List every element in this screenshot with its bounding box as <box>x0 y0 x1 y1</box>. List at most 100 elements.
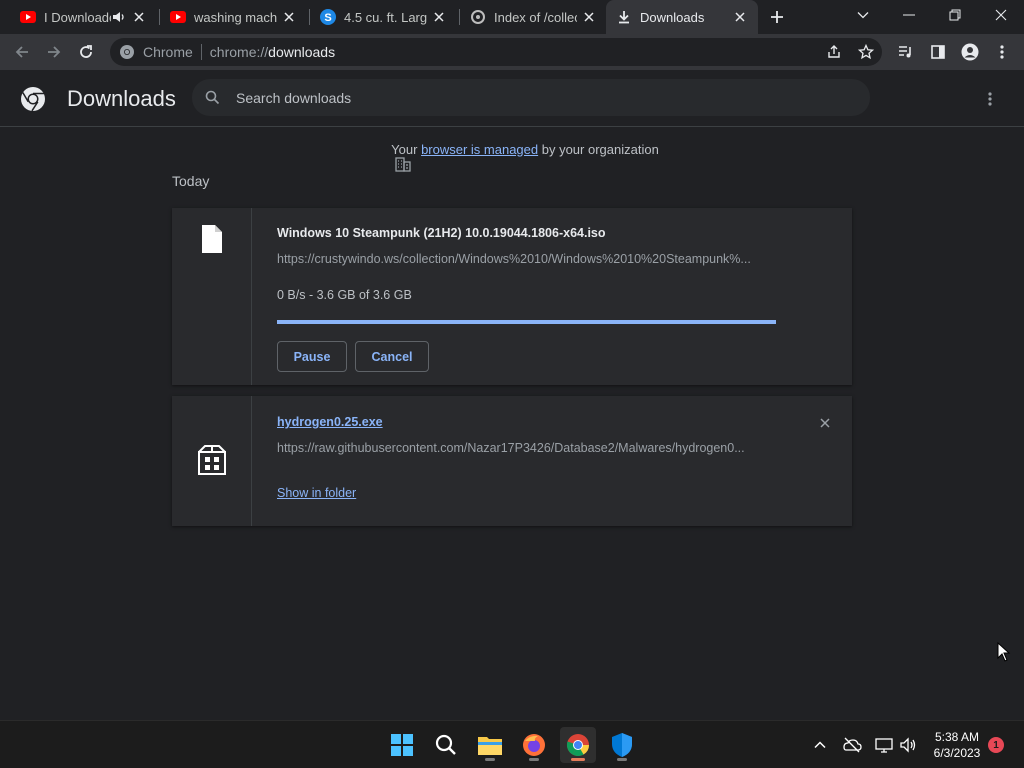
url-path: downloads <box>268 44 336 60</box>
search-icon[interactable] <box>428 727 464 763</box>
running-indicator <box>617 758 627 761</box>
media-control-icon[interactable] <box>894 40 918 64</box>
system-clock[interactable]: 5:38 AM 6/3/2023 <box>926 729 988 761</box>
clock-time: 5:38 AM <box>934 730 980 744</box>
share-icon[interactable] <box>822 40 846 64</box>
search-icon <box>204 89 222 107</box>
onedrive-offline-icon[interactable] <box>842 735 862 755</box>
managed-suffix: by your organization <box>538 141 659 157</box>
more-actions-icon[interactable] <box>980 89 1000 109</box>
page-title: Downloads <box>67 86 176 111</box>
running-indicator <box>529 758 539 761</box>
tab-title: 4.5 cu. ft. Large <box>344 9 427 25</box>
url-text: chrome://downloads <box>210 44 335 60</box>
address-bar[interactable]: Chrome chrome://downloads <box>110 38 882 66</box>
file-name[interactable]: hydrogen0.25.exe <box>277 415 383 429</box>
download-icon <box>616 9 632 25</box>
file-icon-column <box>172 208 252 385</box>
browser-toolbar: Chrome chrome://downloads <box>0 34 1024 70</box>
tab-separator <box>159 9 160 25</box>
cancel-button[interactable]: Cancel <box>355 341 429 372</box>
reload-icon[interactable] <box>72 38 100 66</box>
close-icon[interactable] <box>281 9 297 25</box>
file-icon-column <box>172 396 252 526</box>
file-name: Windows 10 Steampunk (21H2) 10.0.19044.1… <box>277 226 606 240</box>
tab-search-chevron-icon[interactable] <box>840 0 886 30</box>
managed-link[interactable]: browser is managed <box>421 142 538 157</box>
defender-shield-icon[interactable] <box>604 727 640 763</box>
close-icon[interactable] <box>131 9 147 25</box>
search-input[interactable] <box>236 89 836 106</box>
tab-title: I Downloade <box>44 9 111 25</box>
svg-text:S: S <box>324 12 331 24</box>
close-icon[interactable] <box>431 9 447 25</box>
speaker-icon[interactable] <box>111 9 127 25</box>
download-item: hydrogen0.25.exe https://raw.githubuserc… <box>172 396 852 526</box>
close-icon[interactable] <box>732 9 748 25</box>
firefox-icon[interactable] <box>516 727 552 763</box>
chrome-menu-icon[interactable] <box>990 40 1014 64</box>
url-scheme: chrome:// <box>209 44 269 60</box>
new-tab-button[interactable] <box>766 6 788 28</box>
chrome-logo-icon <box>20 86 46 112</box>
chrome-site-icon <box>119 44 135 60</box>
youtube-icon <box>20 9 36 25</box>
running-indicator <box>485 758 495 761</box>
file-url[interactable]: https://raw.githubusercontent.com/Nazar1… <box>277 441 777 455</box>
side-panel-icon[interactable] <box>926 40 950 64</box>
tab-title: Downloads <box>640 9 705 25</box>
show-hidden-icons-chevron-icon[interactable] <box>810 735 830 755</box>
omnibox-chip: Chrome <box>143 44 193 60</box>
tab-strip: I Downloade washing machin S 4.5 cu. ft.… <box>0 0 1024 34</box>
section-label-today: Today <box>172 173 210 189</box>
tab-title: washing machin <box>194 9 277 25</box>
tab-4[interactable]: Index of /collect <box>462 0 605 34</box>
chrome-taskbar-icon[interactable] <box>560 727 596 763</box>
volume-icon[interactable] <box>898 735 918 755</box>
pause-button[interactable]: Pause <box>277 341 347 372</box>
minimize-icon[interactable] <box>886 0 932 30</box>
download-status: 0 B/s - 3.6 GB of 3.6 GB <box>277 288 412 302</box>
file-url[interactable]: https://crustywindo.ws/collection/Window… <box>277 252 777 266</box>
tab-title: Index of /collect <box>494 9 577 25</box>
omnibox-divider <box>200 44 202 60</box>
close-icon[interactable] <box>581 9 597 25</box>
tab-1[interactable]: I Downloade <box>12 0 155 34</box>
clock-date: 6/3/2023 <box>933 746 981 760</box>
installer-icon <box>197 444 227 481</box>
bookmark-star-icon[interactable] <box>854 40 878 64</box>
downloads-page: Downloads Your browser is managed by you… <box>0 70 1024 720</box>
windows-taskbar: 5:38 AM 6/3/2023 1 <box>0 720 1024 768</box>
youtube-icon <box>170 9 186 25</box>
show-in-folder-link[interactable]: Show in folder <box>277 486 356 500</box>
progress-bar <box>277 320 776 324</box>
file-explorer-icon[interactable] <box>472 727 508 763</box>
shopping-s-icon: S <box>320 9 336 25</box>
remove-item-close-icon[interactable] <box>817 415 833 431</box>
running-indicator <box>571 758 585 761</box>
profile-icon[interactable] <box>958 40 982 64</box>
network-icon[interactable] <box>874 735 894 755</box>
tab-separator <box>459 9 460 25</box>
managed-notice: Your browser is managed by your organiza… <box>0 140 1024 172</box>
tab-2[interactable]: washing machin <box>162 0 305 34</box>
file-icon <box>200 224 224 259</box>
forward-icon[interactable] <box>40 38 68 66</box>
back-icon[interactable] <box>8 38 36 66</box>
windows-start-icon[interactable] <box>384 727 420 763</box>
screen: I Downloade washing machin S 4.5 cu. ft.… <box>0 0 1024 768</box>
search-box[interactable] <box>192 79 870 116</box>
mouse-cursor-icon <box>997 641 1011 662</box>
archive-icon <box>470 9 486 25</box>
tab-3[interactable]: S 4.5 cu. ft. Large <box>312 0 455 34</box>
tab-separator <box>309 9 310 25</box>
tab-downloads[interactable]: Downloads <box>606 0 758 34</box>
building-icon <box>365 140 411 172</box>
window-close-icon[interactable] <box>978 0 1024 30</box>
notification-badge[interactable]: 1 <box>988 737 1004 753</box>
page-header: Downloads <box>0 70 1024 127</box>
file-name-link[interactable]: hydrogen0.25.exe <box>277 415 383 429</box>
managed-prefix: Your <box>391 141 422 157</box>
download-item: Windows 10 Steampunk (21H2) 10.0.19044.1… <box>172 208 852 385</box>
restore-icon[interactable] <box>932 0 978 30</box>
